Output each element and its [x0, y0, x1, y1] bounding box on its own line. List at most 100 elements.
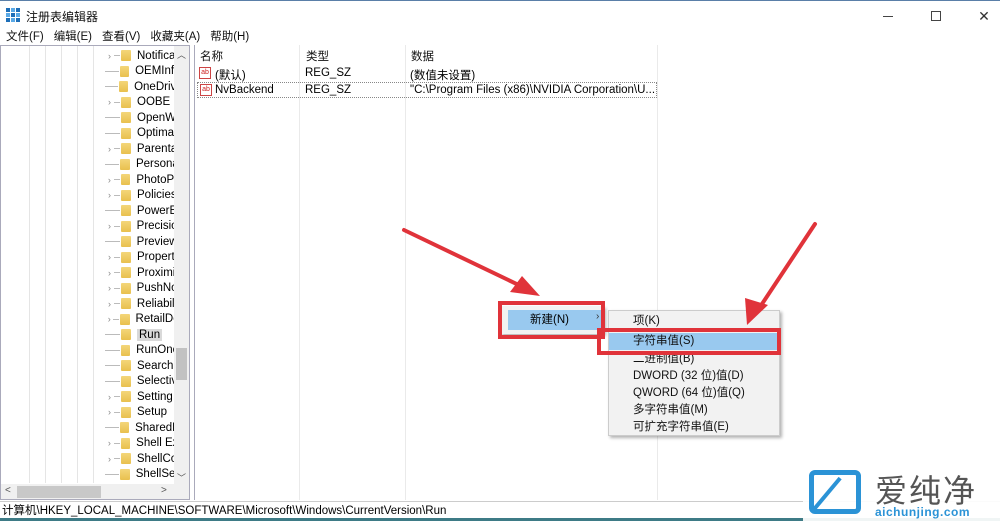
tree-item[interactable]: › Reliabili — [105, 296, 177, 312]
tree-connector — [113, 179, 120, 181]
expand-chevron-icon[interactable]: › — [105, 314, 113, 324]
scroll-left-icon[interactable]: < — [5, 485, 11, 496]
scrollbar-thumb[interactable] — [176, 348, 187, 380]
scroll-down-icon[interactable]: ﹀ — [174, 471, 189, 484]
folder-icon — [121, 189, 131, 201]
maximize-button[interactable] — [913, 1, 959, 31]
column-header-type[interactable]: 类型 — [306, 48, 329, 64]
menu-edit[interactable]: 编辑(E) — [54, 28, 92, 46]
tree-item[interactable]: › Setup — [105, 405, 177, 421]
folder-icon — [121, 251, 131, 263]
expand-chevron-icon[interactable]: › — [105, 407, 114, 417]
tree-item[interactable]: › Precisio — [105, 219, 177, 235]
tree-vertical-scrollbar[interactable]: ︿ ﹀ — [174, 46, 189, 484]
tree-item[interactable]: › OOBE — [105, 95, 177, 111]
tree-item[interactable]: › Shell Ex — [105, 436, 177, 452]
expand-chevron-icon[interactable]: › — [105, 190, 114, 200]
menu-view[interactable]: 查看(V) — [102, 28, 140, 46]
minimize-button[interactable] — [865, 1, 911, 31]
expand-chevron-icon[interactable]: › — [105, 268, 114, 278]
expand-chevron-icon[interactable]: › — [105, 51, 114, 61]
tree-item[interactable]: Preview — [105, 234, 177, 250]
column-header-name[interactable]: 名称 — [200, 48, 223, 64]
tree-item[interactable]: › Policies — [105, 188, 177, 204]
column-separator[interactable] — [405, 45, 406, 500]
submenu-item-label: DWORD (32 位)值(D) — [633, 370, 744, 382]
tree-item[interactable]: Optimal — [105, 126, 177, 142]
submenu-item-dword-value[interactable]: DWORD (32 位)值(D) — [609, 368, 779, 385]
close-icon: ✕ — [978, 7, 990, 24]
submenu-item-multi-string-value[interactable]: 多字符串值(M) — [609, 402, 779, 419]
tree-connector — [105, 327, 114, 336]
tree-item[interactable]: › Notifica — [105, 48, 177, 64]
expand-chevron-icon[interactable]: › — [105, 438, 114, 448]
scroll-right-icon[interactable]: > — [161, 485, 167, 496]
tree-connector — [114, 101, 120, 103]
tree-item-label: Parenta — [136, 142, 177, 155]
tree-item[interactable]: OpenW — [105, 110, 177, 126]
tree-guide-line — [61, 46, 62, 483]
submenu-item-expandable-string-value[interactable]: 可扩充字符串值(E) — [609, 419, 779, 436]
tree-item[interactable]: OEMInfo — [105, 64, 177, 80]
tree-item[interactable]: Selectiv — [105, 374, 177, 390]
tree-connector — [105, 79, 113, 88]
expand-chevron-icon[interactable]: › — [105, 299, 114, 309]
folder-icon — [120, 143, 131, 155]
tree-connector — [105, 126, 114, 134]
tree-item[interactable]: PowerE — [105, 203, 177, 219]
submenu-item-qword-value[interactable]: QWORD (64 位)值(Q) — [609, 385, 779, 402]
submenu-item-label: QWORD (64 位)值(Q) — [633, 387, 745, 399]
tree-item[interactable]: ShellSer — [105, 467, 177, 483]
tree-item[interactable]: RunOnc — [105, 343, 177, 359]
tree-item[interactable]: › Proximi — [105, 265, 177, 281]
tree-item[interactable]: › ShellCo — [105, 451, 177, 467]
tree-connector — [105, 110, 114, 119]
expand-chevron-icon[interactable]: › — [105, 392, 114, 402]
expand-chevron-icon[interactable]: › — [105, 221, 114, 231]
expand-chevron-icon[interactable]: › — [105, 175, 114, 185]
tree-connector — [114, 55, 120, 57]
expand-chevron-icon[interactable]: › — [105, 283, 114, 293]
tree-item[interactable]: › PhotoPr — [105, 172, 177, 188]
expand-chevron-icon[interactable]: › — [105, 252, 114, 262]
tree-item[interactable]: › Parenta — [105, 141, 177, 157]
folder-icon — [120, 313, 130, 325]
value-type: REG_SZ — [305, 84, 352, 96]
column-header-data[interactable]: 数据 — [411, 48, 434, 64]
tree-item[interactable]: › PushNo — [105, 281, 177, 297]
tree-item[interactable]: › RetailDe — [105, 312, 177, 328]
tree-item[interactable]: SharedD — [105, 420, 177, 436]
tree-horizontal-scrollbar[interactable]: < > — [1, 484, 189, 499]
tree-item[interactable]: Persona — [105, 157, 177, 173]
expand-chevron-icon[interactable]: › — [105, 454, 114, 464]
tree-item-label: ShellSer — [135, 468, 178, 481]
tree-item[interactable]: OneDrive — [105, 79, 177, 95]
folder-icon — [121, 127, 131, 139]
values-list[interactable]: 名称 类型 数据 ab (默认) REG_SZ (数值未设置) ab NvBac… — [194, 45, 1000, 500]
tree-item[interactable]: › Setting — [105, 389, 177, 405]
menu-file[interactable]: 文件(F) — [6, 28, 44, 46]
tree-item[interactable]: › Propert — [105, 250, 177, 266]
folder-icon — [121, 360, 131, 372]
menu-favorites[interactable]: 收藏夹(A) — [150, 28, 200, 46]
expand-chevron-icon[interactable]: › — [105, 97, 114, 107]
folder-icon — [120, 205, 131, 217]
value-row[interactable]: ab NvBackend REG_SZ "C:\Program Files (x… — [197, 82, 657, 98]
tree-item[interactable]: Run — [105, 327, 177, 343]
folder-icon — [120, 236, 131, 248]
tree-item[interactable]: Search — [105, 358, 177, 374]
scroll-up-icon[interactable]: ︿ — [174, 48, 189, 61]
column-separator[interactable] — [299, 45, 300, 500]
string-value-icon: ab — [199, 67, 211, 79]
tree-connector — [114, 365, 120, 367]
close-button[interactable]: ✕ — [961, 1, 1000, 31]
value-row[interactable]: ab (默认) REG_SZ (数值未设置) — [197, 66, 657, 82]
menu-bar: 文件(F) 编辑(E) 查看(V) 收藏夹(A) 帮助(H) — [0, 28, 1000, 46]
tree-item-label: Propert — [137, 251, 175, 264]
registry-tree[interactable]: › Notifica OEMInfo OneDrive › OOBE OpenW Optima… — [0, 45, 190, 500]
tree-item-label: RetailDe — [135, 313, 177, 326]
expand-chevron-icon[interactable]: › — [105, 144, 114, 154]
menu-help[interactable]: 帮助(H) — [210, 28, 249, 46]
scrollbar-thumb[interactable] — [17, 486, 101, 498]
tree-connector — [113, 318, 120, 320]
